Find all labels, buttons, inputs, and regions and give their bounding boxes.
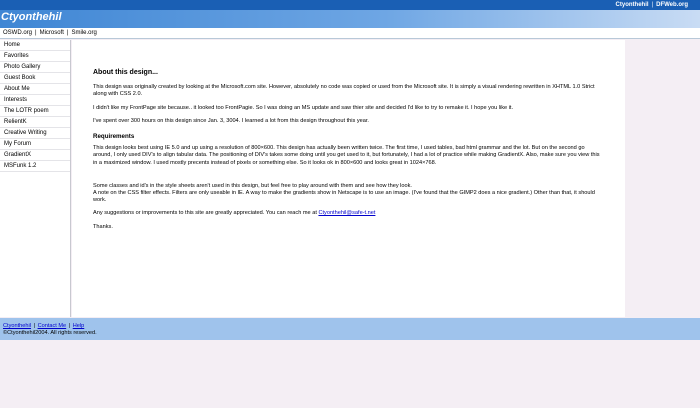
top-link-ctyonthehil[interactable]: Ctyonthehil <box>616 2 649 8</box>
sub-link-oswd[interactable]: OSWD.org <box>3 30 32 36</box>
contact-text: Any suggestions or improvements to this … <box>93 210 319 217</box>
footer-link-contact-me[interactable]: Contact Me <box>38 323 67 329</box>
sidebar-item-msfunk[interactable]: MSFunk 1.2 <box>0 161 70 172</box>
css-notes-paragraph: Some classes and id's in the style sheet… <box>93 183 604 205</box>
top-bar: Ctyonthehil | DFWeb.org <box>0 0 700 10</box>
sidebar-item-creative-writing[interactable]: Creative Writing <box>0 128 70 139</box>
footer-link-ctyonthehil[interactable]: Ctyonthehil <box>3 323 31 329</box>
contact-paragraph: Any suggestions or improvements to this … <box>93 210 604 217</box>
email-link[interactable]: Ctyonthehil@safe-t.net <box>318 210 375 216</box>
header-band <box>0 10 700 28</box>
separator: | <box>35 30 37 36</box>
separator: | <box>651 1 654 8</box>
main-content: About this design... This design was ori… <box>72 40 625 317</box>
sidebar-item-interests[interactable]: Interests <box>0 95 70 106</box>
sidebar-item-relientk[interactable]: RelientK <box>0 117 70 128</box>
hours-paragraph: I've spent over 300 hours on this design… <box>93 117 369 124</box>
top-link-dfweb[interactable]: DFWeb.org <box>656 2 688 8</box>
sidebar-item-about-me[interactable]: About Me <box>0 84 70 95</box>
footer: Ctyonthehil | Contact Me | Help ©Ctyonth… <box>0 318 700 340</box>
classes-note: Some classes and id's in the style sheet… <box>93 182 412 189</box>
sidebar-item-photo-gallery[interactable]: Photo Gallery <box>0 62 70 73</box>
intro-paragraph: This design was originally created by lo… <box>93 84 595 98</box>
copyright: ©Ctyonthehil2004. All rights reserved. <box>3 329 97 336</box>
requirements-paragraph: This design looks best using IE 5.0 and … <box>93 145 600 166</box>
sidebar-item-my-forum[interactable]: My Forum <box>0 139 70 150</box>
sidebar-item-lotr-poem[interactable]: The LOTR poem <box>0 106 70 117</box>
sidebar-item-favorites[interactable]: Favorites <box>0 51 70 62</box>
sidebar-item-home[interactable]: Home <box>0 40 70 51</box>
footer-link-help[interactable]: Help <box>73 323 85 329</box>
sidebar-item-gradientx[interactable]: GradientX <box>0 150 70 161</box>
page-title: About this design... <box>93 69 158 76</box>
sub-link-microsoft[interactable]: Microsoft <box>40 30 64 36</box>
frontpage-paragraph: I didn't like my FrontPage site because.… <box>93 104 514 111</box>
site-title[interactable]: Ctyonthehil <box>1 11 62 23</box>
filters-note: A note on the CSS filter effects. Filter… <box>93 190 595 204</box>
sub-link-smile[interactable]: Smile.org <box>71 30 96 36</box>
sub-links-bar: OSWD.org | Microsoft | Smile.org <box>0 28 700 39</box>
requirements-heading: Requirements <box>93 133 135 141</box>
top-links: Ctyonthehil | DFWeb.org <box>616 2 688 8</box>
sidebar-item-guest-book[interactable]: Guest Book <box>0 73 70 84</box>
thanks-text: Thanks. <box>93 223 113 230</box>
sidebar: Home Favorites Photo Gallery Guest Book … <box>0 40 71 317</box>
